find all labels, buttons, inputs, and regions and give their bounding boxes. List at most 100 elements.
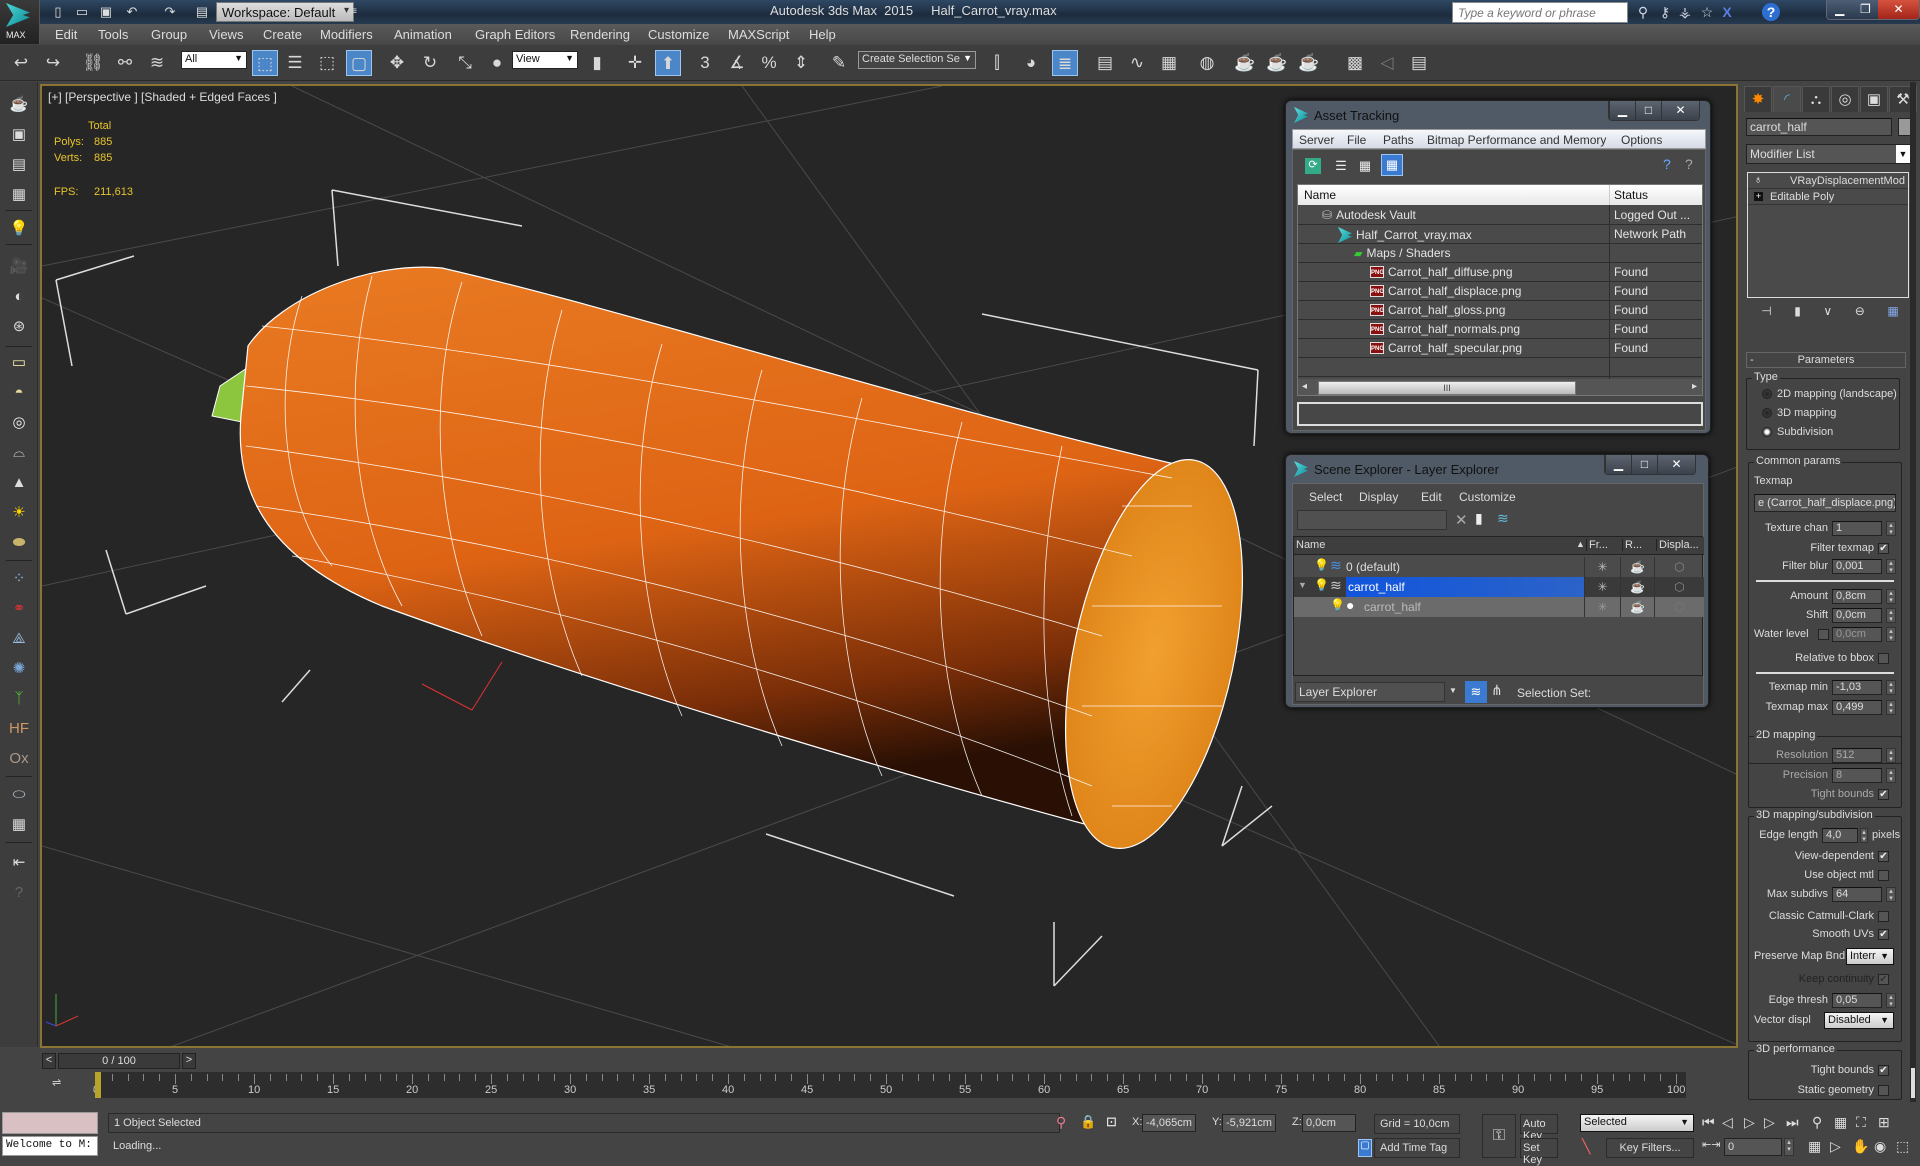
menu-rendering[interactable]: Rendering — [570, 27, 630, 42]
menu-file[interactable]: File — [1347, 133, 1366, 147]
vector-displ-dropdown[interactable]: Disabled ▼ — [1824, 1012, 1894, 1029]
z-coordinate-input[interactable]: 0,0cm — [1302, 1114, 1356, 1132]
percent-snap-icon[interactable]: % — [756, 50, 782, 76]
search-input[interactable]: Type a keyword or phrase — [1452, 2, 1628, 23]
texture-chan-input[interactable]: 1 — [1832, 521, 1882, 536]
isolate-selection-icon[interactable]: ⚲ — [1056, 1114, 1066, 1131]
lightbulb-icon[interactable]: 💡 — [1330, 598, 1345, 612]
rectangular-selection-icon[interactable]: ⬚ — [314, 50, 340, 76]
time-configuration-icon[interactable]: ▦ — [1808, 1138, 1821, 1155]
layer-row[interactable]: 💡 ≋ 0 (default) ✳ ☕ ⬡ — [1294, 557, 1704, 577]
settings-panel-icon[interactable]: ▦ — [7, 184, 31, 206]
spinner[interactable]: ▴ ▾ — [1886, 627, 1896, 642]
proxy-icon[interactable]: ⁘ — [7, 568, 31, 590]
keep-continuity-checkbox[interactable]: ✔ — [1878, 974, 1889, 985]
table-row[interactable]: PNG Carrot_half_gloss.png Found — [1298, 301, 1702, 320]
object-row[interactable]: 💡 ● carrot_half ✳ ☕ ⬡ — [1294, 597, 1704, 617]
track-bar[interactable]: 0510152025303540455055606570758085909510… — [93, 1072, 1686, 1098]
layer-name[interactable]: 0 (default) — [1346, 560, 1400, 574]
make-unique-icon[interactable]: ∨ — [1823, 304, 1832, 320]
sort-by-layer-icon[interactable]: ≋ — [1465, 681, 1487, 703]
expand-arrow-icon[interactable]: ▼ — [1298, 580, 1307, 590]
amount-input[interactable]: 0,8cm — [1832, 589, 1882, 604]
resolution-input[interactable]: 512 — [1832, 748, 1882, 763]
light-lister-icon[interactable]: 💡 — [7, 218, 31, 240]
keyboard-shortcut-override-icon[interactable]: ⬆ — [655, 50, 681, 76]
rotate-icon[interactable]: ↻ — [417, 50, 443, 76]
x-coordinate-input[interactable]: -4,065cm — [1142, 1114, 1196, 1132]
menu-bitmap-performance[interactable]: Bitmap Performance and Memory — [1427, 133, 1606, 147]
time-slider-marker[interactable] — [95, 1072, 101, 1098]
star-icon[interactable]: ☆ — [1698, 3, 1716, 21]
table-row[interactable]: ⛁ Autodesk Vault Logged Out ... — [1298, 206, 1702, 225]
scroll-left-icon[interactable]: ◂ — [1302, 381, 1307, 392]
go-to-start-icon[interactable]: ⏮ — [1702, 1114, 1715, 1131]
zoom-all-icon[interactable]: ▦ — [1834, 1114, 1847, 1131]
go-to-end-icon[interactable]: ⏭ — [1786, 1114, 1799, 1131]
close-button[interactable]: ✕ — [1657, 455, 1695, 474]
menu-paths[interactable]: Paths — [1383, 133, 1414, 147]
angle-snap-icon[interactable]: ∡ — [724, 50, 750, 76]
menu-customize[interactable]: Customize — [1459, 490, 1516, 504]
render-teapot-icon[interactable]: ☕ — [1620, 577, 1654, 597]
window-crossing-icon[interactable]: ▢ — [346, 50, 372, 76]
texmap-min-input[interactable]: -1,03 — [1832, 680, 1882, 695]
selection-lock-icon[interactable]: 🔒 — [1080, 1114, 1096, 1130]
menu-edit[interactable]: Edit — [1421, 490, 1442, 504]
object-name[interactable]: carrot_half — [1364, 600, 1421, 614]
select-object-icon[interactable]: ⬚ — [252, 50, 278, 76]
previous-frame-icon[interactable]: ◁ — [1722, 1114, 1733, 1131]
horizontal-scrollbar[interactable]: ◂ III ▸ — [1298, 379, 1702, 395]
set-key-mode-icon[interactable]: ⚿ — [1482, 1114, 1516, 1158]
select-and-link-icon[interactable]: ⛓ — [80, 50, 106, 76]
key-mode-toggle-icon[interactable]: ⇤⇥ — [1702, 1138, 1720, 1151]
display-box-icon[interactable]: ⬡ — [1654, 557, 1704, 577]
minimize-button[interactable]: ▁ — [1605, 455, 1631, 474]
mesh-light-icon[interactable]: ⌓ — [7, 442, 31, 464]
find-input[interactable] — [1297, 510, 1447, 530]
menu-customize[interactable]: Customize — [648, 27, 709, 42]
scene-explorer-titlebar[interactable]: Scene Explorer - Layer Explorer — [1294, 458, 1499, 480]
shift-input[interactable]: 0,0cm — [1832, 608, 1882, 623]
column-freeze[interactable]: Fr... — [1586, 539, 1608, 551]
spinner[interactable]: ▴ ▾ — [1886, 748, 1896, 763]
menu-create[interactable]: Create — [263, 27, 302, 42]
material-library-icon[interactable]: ▦ — [7, 814, 31, 836]
vray-toolbar-icon[interactable]: ▤ — [1406, 50, 1432, 76]
spinner[interactable]: ▴ ▾ — [1784, 1138, 1794, 1156]
menu-edit[interactable]: Edit — [55, 27, 77, 42]
expand-plus-icon[interactable]: + — [1754, 192, 1763, 201]
column-display[interactable]: Displa... — [1656, 539, 1699, 551]
layer-row-selected[interactable]: ▼ 💡 ≋ carrot_half ✳ ☕ ⬡ — [1294, 577, 1704, 597]
table-row[interactable]: PNG Carrot_half_specular.png Found — [1298, 339, 1702, 358]
toggle-scene-explorer-icon[interactable]: ≣ — [1052, 50, 1078, 76]
grass-icon[interactable]: ᛉ — [7, 688, 31, 710]
texmap-max-input[interactable]: 0,499 — [1832, 700, 1882, 715]
table-row[interactable]: PNG Carrot_half_diffuse.png Found — [1298, 263, 1702, 282]
x-exchange-icon[interactable]: X — [1718, 3, 1736, 21]
help-icon[interactable]: ? — [7, 882, 31, 904]
help-icon[interactable]: ? — [1762, 3, 1780, 21]
bind-to-space-warp-icon[interactable]: ≋ — [144, 50, 170, 76]
preserve-map-dropdown[interactable]: Interr ▼ — [1846, 948, 1894, 965]
binoculars-icon[interactable]: ⚲ — [1634, 3, 1652, 21]
column-status[interactable]: Status — [1614, 188, 1648, 202]
edge-length-input[interactable]: 4,0 — [1822, 828, 1858, 843]
plane-light-icon[interactable]: ▭ — [7, 352, 31, 374]
menu-display[interactable]: Display — [1359, 490, 1398, 504]
material-editor-icon[interactable]: ◍ — [1194, 50, 1220, 76]
spinner[interactable]: ▴ ▾ — [1886, 589, 1896, 604]
minimize-button[interactable]: ▁ — [1827, 0, 1853, 19]
mirror-icon[interactable]: ⫿ — [984, 50, 1010, 76]
clear-search-icon[interactable]: ✕ — [1455, 511, 1468, 529]
create-tab-icon[interactable]: ✸ — [1744, 86, 1772, 112]
spinner[interactable]: ▴ ▾ — [1886, 608, 1896, 623]
import-icon[interactable]: ⇤ — [7, 852, 31, 874]
add-to-layer-icon[interactable]: ▮ — [1475, 510, 1483, 527]
render-teapot-icon[interactable]: ☕ — [1620, 557, 1654, 577]
manipulate-icon[interactable]: ✛ — [622, 50, 648, 76]
unlink-icon[interactable]: ⚯ — [112, 50, 138, 76]
asset-path-field[interactable] — [1297, 402, 1703, 426]
spinner[interactable]: ▴ ▾ — [1886, 887, 1896, 902]
key-filters-button[interactable]: Key Filters... — [1606, 1138, 1694, 1158]
